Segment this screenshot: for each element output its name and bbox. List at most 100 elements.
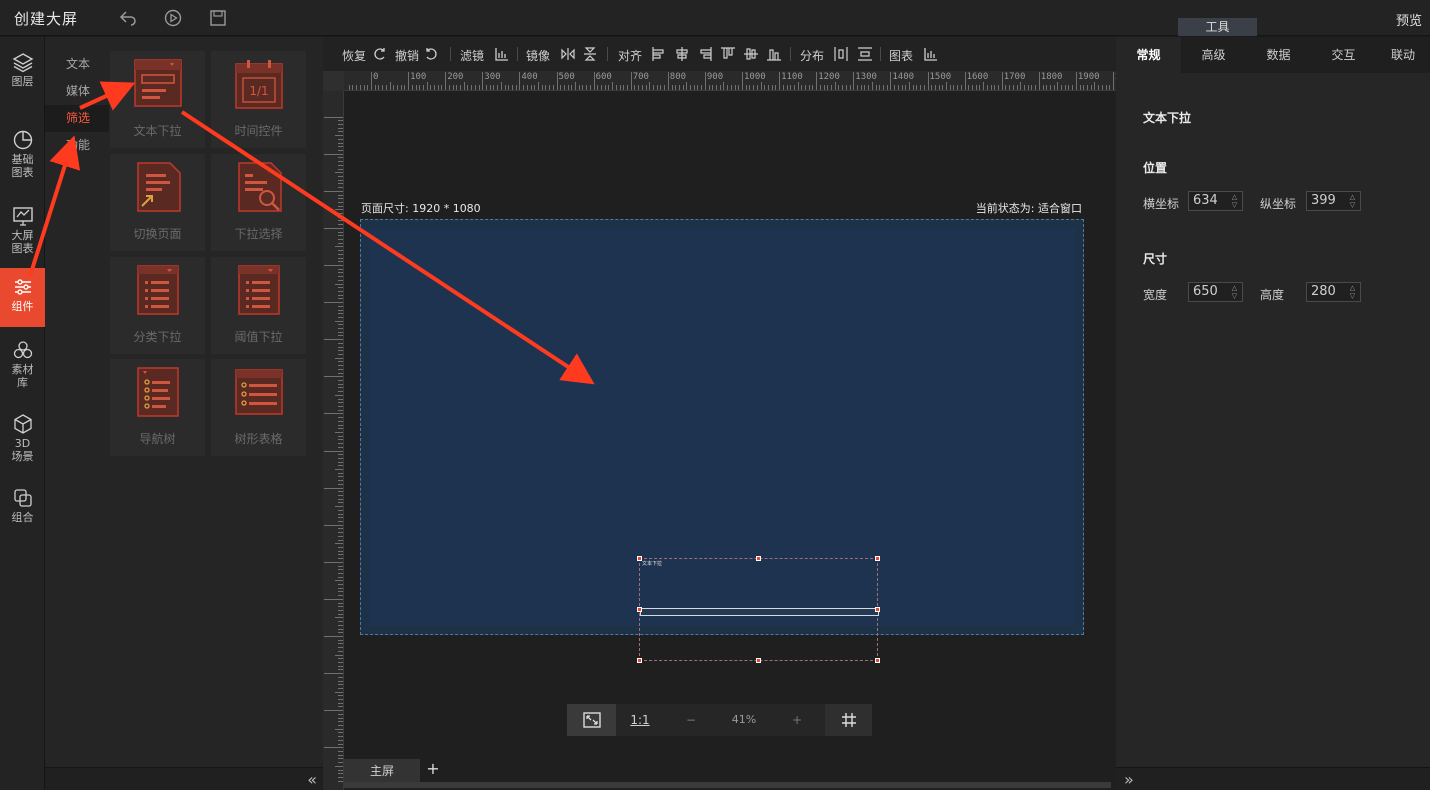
ruler-tick xyxy=(675,85,677,90)
screen-tab-main[interactable]: 主屏 xyxy=(344,759,420,783)
y-input[interactable]: 399 △ ▽ xyxy=(1306,191,1361,211)
subnav-media[interactable]: 媒体 xyxy=(45,78,109,105)
align-bottom-icon[interactable] xyxy=(766,46,782,62)
ruler-tick xyxy=(1113,72,1114,90)
filter-chart-icon[interactable] xyxy=(494,46,510,62)
ruler-tick xyxy=(534,85,536,90)
ruler-tick xyxy=(338,342,343,344)
ruler-tick xyxy=(931,85,933,90)
ruler-tick xyxy=(374,85,376,90)
resize-handle-nw[interactable] xyxy=(637,556,642,561)
text-dropdown-widget[interactable]: 文本下拉 xyxy=(637,556,880,663)
card-category-dropdown[interactable]: 分类下拉 xyxy=(110,257,205,354)
redo-button[interactable]: 恢复 xyxy=(342,47,366,64)
resize-handle-se[interactable] xyxy=(875,658,880,663)
width-input[interactable]: 650 △ ▽ xyxy=(1188,282,1243,302)
fit-screen-button[interactable] xyxy=(567,704,616,736)
x-input[interactable]: 634 △ ▽ xyxy=(1188,191,1243,211)
x-spinner-icon[interactable]: △ ▽ xyxy=(1230,193,1239,210)
ruler-tick xyxy=(497,85,499,90)
tab-advanced[interactable]: 高级 xyxy=(1181,37,1246,73)
resize-handle-w[interactable] xyxy=(637,607,642,612)
ruler-tick xyxy=(923,85,925,90)
ruler-tick xyxy=(916,85,918,90)
ruler-tick xyxy=(335,209,343,211)
card-nav-tree[interactable]: 导航树 xyxy=(110,359,205,456)
nav-item-screen-chart[interactable]: 大屏图表 xyxy=(0,205,45,255)
ruler-tick xyxy=(338,684,343,686)
ruler-tick xyxy=(1094,82,1096,90)
chart-button[interactable]: 图表 xyxy=(889,47,913,64)
add-screen-button[interactable]: + xyxy=(422,759,444,781)
distribute-h-icon[interactable] xyxy=(833,46,849,62)
nav-item-3d-scene[interactable]: 3D场景 xyxy=(0,413,45,463)
resize-handle-s[interactable] xyxy=(756,658,761,663)
grid-toggle-button[interactable] xyxy=(825,704,872,736)
ruler-tick xyxy=(860,85,862,90)
ruler-tick xyxy=(652,85,654,90)
tool-tab[interactable]: 工具 xyxy=(1178,18,1257,36)
distribute-v-icon[interactable] xyxy=(857,46,873,62)
tab-interaction[interactable]: 交互 xyxy=(1311,37,1376,73)
card-switch-page[interactable]: 切换页面 xyxy=(110,154,205,251)
ruler-tick xyxy=(634,85,636,90)
mirror-button[interactable]: 镜像 xyxy=(526,47,550,64)
ruler-tick xyxy=(338,754,343,756)
align-left-icon[interactable] xyxy=(651,46,667,62)
subnav-text[interactable]: 文本 xyxy=(45,51,109,78)
save-icon[interactable] xyxy=(208,8,228,28)
zoom-in-button[interactable]: + xyxy=(773,704,821,736)
card-tree-table[interactable]: 树形表格 xyxy=(211,359,306,456)
card-text-dropdown[interactable]: 文本下拉 xyxy=(110,51,205,148)
tab-general[interactable]: 常规 xyxy=(1116,37,1181,73)
resize-handle-e[interactable] xyxy=(875,607,880,612)
ruler-tick xyxy=(338,335,343,337)
height-input[interactable]: 280 △ ▽ xyxy=(1306,282,1361,302)
widget-dropdown-box[interactable] xyxy=(640,608,879,616)
ruler-tick xyxy=(508,85,510,90)
align-button[interactable]: 对齐 xyxy=(618,47,642,64)
chart-icon[interactable] xyxy=(923,46,939,62)
collapse-right-icon[interactable]: » xyxy=(1124,770,1134,789)
card-dropdown-select[interactable]: 下拉选择 xyxy=(211,154,306,251)
subnav-filter[interactable]: 筛选 xyxy=(45,105,109,132)
height-spinner-icon[interactable]: △ ▽ xyxy=(1348,284,1357,301)
undo-icon[interactable] xyxy=(424,46,440,62)
nav-item-components[interactable]: 组件 xyxy=(0,268,45,327)
nav-item-basic-chart[interactable]: 基础图表 xyxy=(0,129,45,179)
align-top-icon[interactable] xyxy=(720,46,736,62)
tab-data[interactable]: 数据 xyxy=(1246,37,1311,73)
play-icon[interactable] xyxy=(163,8,183,28)
zoom-bar: 1:1 − 41% + xyxy=(567,704,872,736)
collapse-left-icon[interactable]: « xyxy=(307,770,317,789)
zoom-out-button[interactable]: − xyxy=(667,704,715,736)
nav-item-layers[interactable]: 图层 xyxy=(0,51,45,88)
align-right-icon[interactable] xyxy=(697,46,713,62)
ruler-label: 1500 xyxy=(929,72,952,82)
filter-button[interactable]: 滤镜 xyxy=(460,47,484,64)
back-icon[interactable] xyxy=(118,8,138,28)
tab-linkage[interactable]: 联动 xyxy=(1376,37,1430,73)
undo-button[interactable]: 撤销 xyxy=(395,47,419,64)
nav-item-group[interactable]: 组合 xyxy=(0,487,45,524)
resize-handle-ne[interactable] xyxy=(875,556,880,561)
subnav-function[interactable]: 功能 xyxy=(45,132,109,159)
resize-handle-sw[interactable] xyxy=(637,658,642,663)
width-spinner-icon[interactable]: △ ▽ xyxy=(1230,284,1239,301)
mirror-vertical-icon[interactable] xyxy=(582,46,598,62)
ruler-tick xyxy=(338,146,343,148)
one-to-one-button[interactable]: 1:1 xyxy=(619,704,661,736)
horizontal-scrollbar[interactable] xyxy=(344,782,1111,788)
align-center-h-icon[interactable] xyxy=(674,46,690,62)
resize-handle-n[interactable] xyxy=(756,556,761,561)
card-threshold-dropdown[interactable]: 阈值下拉 xyxy=(211,257,306,354)
redo-icon[interactable] xyxy=(371,46,387,62)
align-middle-v-icon[interactable] xyxy=(743,46,759,62)
screen-page[interactable]: 文本下拉 xyxy=(360,219,1084,663)
mirror-horizontal-icon[interactable] xyxy=(560,46,576,62)
nav-item-materials[interactable]: 素材库 xyxy=(0,339,45,389)
preview-button[interactable]: 预览 xyxy=(1396,10,1422,29)
y-spinner-icon[interactable]: △ ▽ xyxy=(1348,193,1357,210)
card-time-control[interactable]: 1/1 时间控件 xyxy=(211,51,306,148)
distribute-button[interactable]: 分布 xyxy=(800,47,824,64)
